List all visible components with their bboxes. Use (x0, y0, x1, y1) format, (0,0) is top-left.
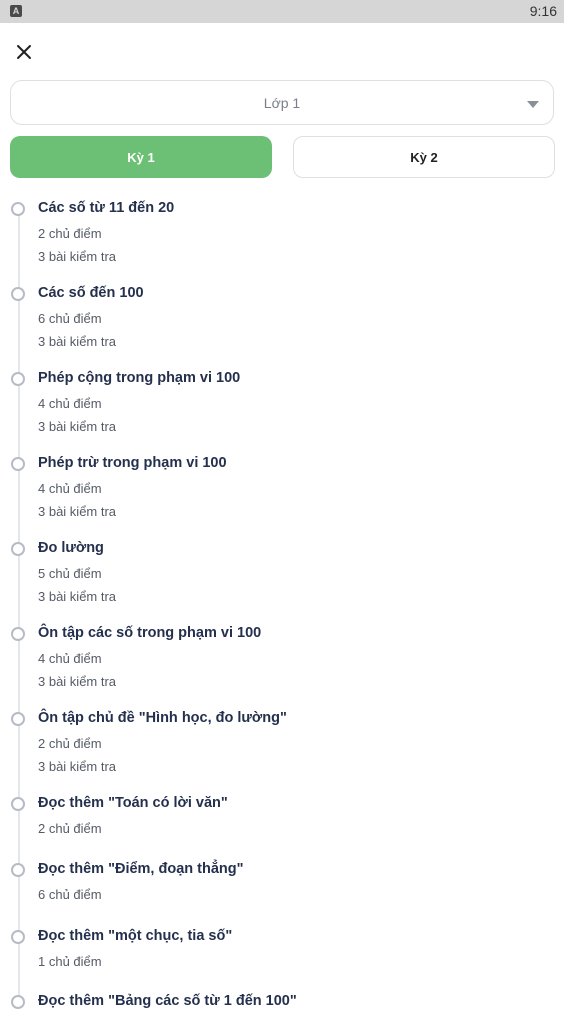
chapter-title[interactable]: Đọc thêm "Bảng các số từ 1 đến 100" (38, 993, 297, 1009)
chapter-topic-count: 1 chủ điểm (38, 954, 102, 969)
close-icon (17, 45, 31, 59)
chapter-test-count: 3 bài kiểm tra (38, 589, 117, 604)
chevron-down-icon (527, 101, 539, 108)
chapter-title[interactable]: Ôn tập chủ đề "Hình học, đo lường" (38, 710, 287, 726)
chapter-title[interactable]: Phép cộng trong phạm vi 100 (38, 370, 240, 386)
chapter-title[interactable]: Ôn tập các số trong phạm vi 100 (38, 625, 261, 641)
app-notification-icon: A (10, 5, 22, 17)
chapter-topic-count: 6 chủ điểm (38, 887, 102, 902)
timeline-dot-icon (11, 372, 25, 386)
chapter-test-count: 3 bài kiểm tra (38, 759, 117, 774)
chapter-topic-count: 5 chủ điểm (38, 566, 102, 581)
status-time: 9:16 (529, 3, 557, 19)
chapter-test-count: 3 bài kiểm tra (38, 334, 117, 349)
chapter-topic-count: 4 chủ điểm (38, 396, 102, 411)
timeline-dot-icon (11, 287, 25, 301)
close-button[interactable] (12, 40, 36, 64)
chapter-topic-count: 2 chủ điểm (38, 821, 102, 836)
timeline-dot-icon (11, 202, 25, 216)
chapter-topic-count: 6 chủ điểm (38, 311, 102, 326)
timeline-dot-icon (11, 995, 25, 1009)
grade-select[interactable]: Lớp 1 (10, 80, 554, 125)
chapter-title[interactable]: Đọc thêm "một chục, tia số" (38, 928, 232, 944)
timeline-dot-icon (11, 627, 25, 641)
tab-term-2[interactable]: Kỳ 2 (293, 136, 555, 178)
tab-term-1[interactable]: Kỳ 1 (10, 136, 272, 178)
timeline-dot-icon (11, 542, 25, 556)
timeline-dot-icon (11, 797, 25, 811)
chapter-topic-count: 4 chủ điểm (38, 651, 102, 666)
chapter-topic-count: 2 chủ điểm (38, 226, 102, 241)
chapter-title[interactable]: Đọc thêm "Điểm, đoạn thẳng" (38, 861, 244, 877)
chapter-test-count: 3 bài kiểm tra (38, 674, 117, 689)
timeline-dot-icon (11, 457, 25, 471)
chapter-title[interactable]: Các số đến 100 (38, 285, 144, 301)
chapter-title[interactable]: Phép trừ trong phạm vi 100 (38, 455, 227, 471)
timeline-line (18, 208, 20, 1008)
chapter-test-count: 3 bài kiểm tra (38, 249, 117, 264)
chapter-title[interactable]: Đo lường (38, 540, 104, 556)
timeline-dot-icon (11, 930, 25, 944)
chapter-test-count: 3 bài kiểm tra (38, 419, 117, 434)
timeline-dot-icon (11, 712, 25, 726)
chapter-topic-count: 2 chủ điểm (38, 736, 102, 751)
tab-term-2-label: Kỳ 2 (410, 149, 438, 165)
chapter-test-count: 3 bài kiểm tra (38, 504, 117, 519)
tab-term-1-label: Kỳ 1 (127, 149, 155, 165)
chapter-title[interactable]: Các số từ 11 đến 20 (38, 200, 174, 216)
status-bar: A 9:16 (0, 0, 564, 23)
chapter-title[interactable]: Đọc thêm "Toán có lời văn" (38, 795, 228, 811)
chapter-topic-count: 4 chủ điểm (38, 481, 102, 496)
grade-select-value: Lớp 1 (263, 94, 301, 111)
timeline-dot-icon (11, 863, 25, 877)
